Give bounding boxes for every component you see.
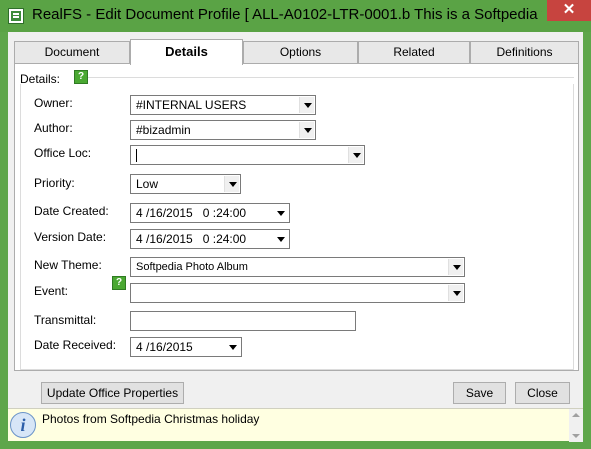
new-theme-select[interactable]: Softpedia Photo Album — [130, 257, 465, 277]
author-value: #bizadmin — [136, 123, 191, 137]
scroll-up-icon[interactable] — [572, 413, 580, 417]
scroll-down-icon[interactable] — [572, 434, 580, 438]
chevron-down-icon[interactable] — [448, 285, 463, 301]
chevron-down-icon[interactable] — [224, 176, 239, 192]
date-created-value: 4 /16/2015 0 :24:00 — [136, 206, 247, 220]
date-received-label: Date Received: — [34, 338, 117, 352]
tab-related[interactable]: Related — [358, 41, 470, 63]
owner-label: Owner: — [34, 96, 73, 110]
status-panel: i Photos from Softpedia Christmas holida… — [8, 408, 583, 442]
date-created-label: Date Created: — [34, 204, 109, 218]
dialog-client-area: Document Details Options Related Definit… — [8, 32, 583, 442]
chevron-down-icon[interactable] — [273, 231, 288, 247]
author-select[interactable]: #bizadmin — [130, 120, 316, 140]
chevron-down-icon[interactable] — [273, 205, 288, 221]
details-help-icon[interactable]: ? — [74, 70, 88, 84]
status-text: Photos from Softpedia Christmas holiday — [42, 412, 260, 426]
details-group-label: Details: — [20, 72, 61, 86]
version-date-value: 4 /16/2015 0 :24:00 — [136, 232, 247, 246]
chevron-down-icon[interactable] — [299, 122, 314, 138]
event-help-icon[interactable]: ? — [112, 276, 126, 290]
close-button[interactable]: Close — [515, 382, 570, 404]
tab-details[interactable]: Details — [130, 39, 243, 65]
chevron-down-icon[interactable] — [348, 147, 363, 163]
date-received-picker[interactable]: 4 /16/2015 — [130, 337, 242, 357]
office-loc-select[interactable] — [130, 145, 365, 165]
text-cursor — [136, 149, 137, 163]
tab-strip: Document Details Options Related Definit… — [14, 39, 579, 65]
priority-label: Priority: — [34, 176, 75, 190]
date-created-picker[interactable]: 4 /16/2015 0 :24:00 — [130, 203, 290, 223]
office-loc-label: Office Loc: — [34, 146, 92, 160]
chevron-down-icon[interactable] — [299, 97, 314, 113]
event-select[interactable] — [130, 283, 465, 303]
transmittal-input[interactable] — [130, 311, 356, 331]
status-scrollbar[interactable] — [569, 409, 583, 442]
save-button[interactable]: Save — [453, 382, 506, 404]
chevron-down-icon[interactable] — [448, 259, 463, 275]
priority-select[interactable]: Low — [130, 174, 241, 194]
app-icon — [8, 8, 24, 24]
transmittal-label: Transmittal: — [34, 313, 97, 327]
tab-options[interactable]: Options — [243, 41, 358, 63]
title-bar[interactable]: RealFS - Edit Document Profile [ ALL-A01… — [0, 0, 591, 32]
author-label: Author: — [34, 121, 73, 135]
priority-value: Low — [136, 177, 159, 191]
owner-value: #INTERNAL USERS — [136, 98, 247, 112]
chevron-down-icon[interactable] — [225, 339, 240, 355]
event-label: Event: — [34, 284, 69, 298]
group-divider — [88, 77, 574, 78]
window-title: RealFS - Edit Document Profile [ ALL-A01… — [32, 6, 542, 23]
date-received-value: 4 /16/2015 — [136, 340, 193, 354]
version-date-picker[interactable]: 4 /16/2015 0 :24:00 — [130, 229, 290, 249]
new-theme-value: Softpedia Photo Album — [136, 261, 248, 273]
version-date-label: Version Date: — [34, 230, 107, 244]
window-close-button[interactable]: ✕ — [547, 0, 591, 21]
app-window: RealFS - Edit Document Profile [ ALL-A01… — [0, 0, 591, 449]
update-office-properties-button[interactable]: Update Office Properties — [41, 382, 184, 404]
new-theme-label: New Theme: — [34, 258, 102, 272]
tab-document[interactable]: Document — [14, 41, 130, 63]
owner-select[interactable]: #INTERNAL USERS — [130, 95, 316, 115]
tab-definitions[interactable]: Definitions — [470, 41, 579, 63]
info-icon: i — [10, 412, 36, 438]
